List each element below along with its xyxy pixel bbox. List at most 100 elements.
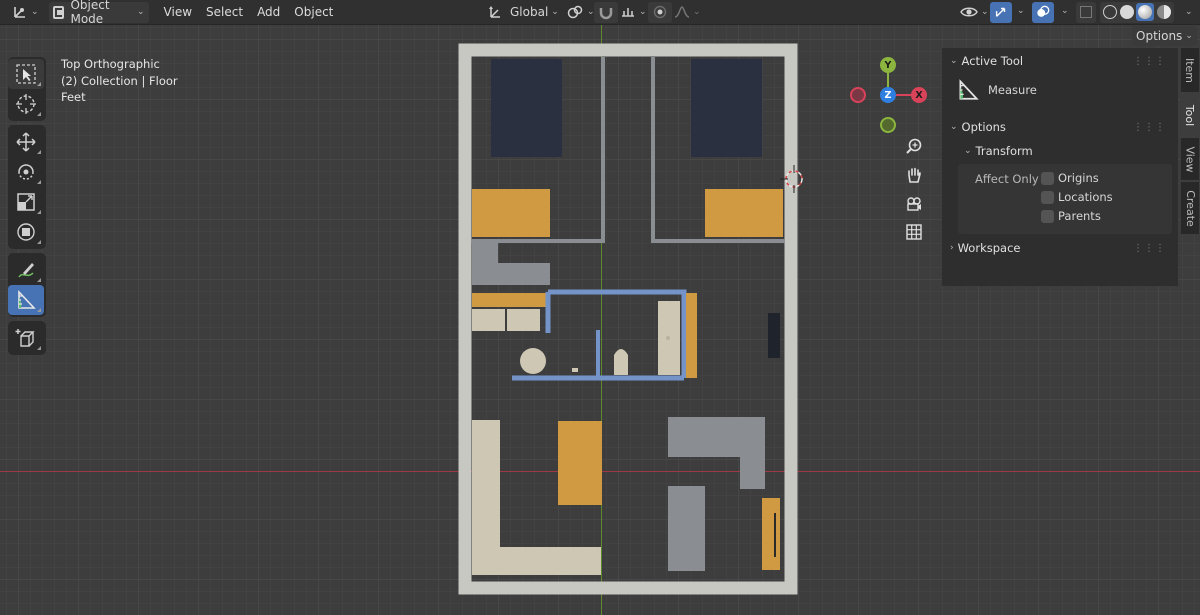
transform-tool[interactable] xyxy=(8,217,44,247)
gizmo-x-axis[interactable]: X xyxy=(911,87,927,103)
rotate-tool[interactable] xyxy=(8,157,44,187)
xray-icon xyxy=(1080,6,1092,18)
bed-left xyxy=(491,59,562,157)
desk-right xyxy=(705,189,783,237)
scale-icon xyxy=(17,193,35,211)
viewport-info: Top Orthographic (2) Collection | Floor … xyxy=(61,56,178,106)
active-tool-title: Active Tool xyxy=(961,54,1024,68)
tab-create[interactable]: Create xyxy=(1180,182,1199,234)
camera-icon xyxy=(907,197,921,211)
chevron-down-icon: ⌄ xyxy=(31,7,39,17)
mode-dropdown[interactable]: Object Mode ⌄ xyxy=(48,0,149,26)
active-tool-panel-header[interactable]: ⌄ Active Tool ⋮⋮⋮ xyxy=(950,54,1176,68)
origins-checkbox[interactable]: Origins xyxy=(1041,171,1099,185)
transform-orientation-icon xyxy=(489,6,500,18)
menu-object[interactable]: Object xyxy=(287,5,340,19)
tab-item[interactable]: Item xyxy=(1180,48,1199,92)
magnet-icon xyxy=(599,8,613,20)
chevron-down-icon: ⌄ xyxy=(639,7,647,17)
parents-checkbox[interactable]: Parents xyxy=(1041,209,1101,223)
coffee-table xyxy=(558,421,602,505)
snap-target-dropdown[interactable]: ⌄ xyxy=(616,2,651,23)
add-cube-tool[interactable] xyxy=(8,323,44,353)
snap-increment-icon xyxy=(622,8,634,17)
chevron-down-icon: ⌄ xyxy=(137,7,145,17)
gizmo-neg-x-axis[interactable] xyxy=(850,87,866,103)
gizmo-z-axis[interactable]: Z xyxy=(880,87,896,103)
drag-handle-icon[interactable]: ⋮⋮⋮ xyxy=(1133,122,1166,133)
workspace-panel-header[interactable]: › Workspace ⋮⋮⋮ xyxy=(950,241,1176,255)
gizmo-arrows-icon xyxy=(995,7,1006,17)
pan-button[interactable] xyxy=(902,163,926,187)
transform-icon xyxy=(17,223,35,241)
menu-add[interactable]: Add xyxy=(250,5,287,19)
chevron-down-icon: ⌄ xyxy=(551,7,559,17)
solid-shading-icon[interactable] xyxy=(1119,5,1134,19)
wireframe-shading-icon[interactable] xyxy=(1103,5,1118,19)
editor-type-button[interactable]: ⌄ xyxy=(8,2,43,23)
chevron-down-icon: ⌄ xyxy=(950,56,958,66)
orientation-label: Global xyxy=(510,5,549,19)
zoom-button[interactable] xyxy=(902,134,926,158)
drag-handle-icon[interactable]: ⋮⋮⋮ xyxy=(1133,56,1166,67)
gizmo-neg-y-axis[interactable] xyxy=(880,117,896,133)
orientation-dropdown[interactable]: Global ⌄ xyxy=(484,2,563,23)
pivot-icon xyxy=(567,5,583,19)
bedroom-wall-right-inner xyxy=(651,57,655,243)
gizmo-toggle[interactable] xyxy=(990,1,1012,23)
toggle-ortho-button[interactable] xyxy=(902,220,926,244)
gizmo-y-axis[interactable]: Y xyxy=(880,57,896,73)
camera-view-button[interactable] xyxy=(902,192,926,216)
workspace-title: Workspace xyxy=(957,241,1021,255)
transform-subpanel-body: Affect Only Origins Locations Parents xyxy=(958,164,1172,234)
annotate-pen-icon xyxy=(18,263,34,278)
locations-checkbox[interactable]: Locations xyxy=(1041,190,1113,204)
proportional-edit-toggle[interactable] xyxy=(648,1,672,23)
snap-toggle[interactable] xyxy=(594,1,618,23)
shading-modes xyxy=(1100,1,1174,23)
transform-subpanel-header[interactable]: ⌄ Transform xyxy=(964,144,1033,158)
object-mode-icon xyxy=(52,5,65,19)
cursor-icon xyxy=(16,94,36,114)
kitchen-cabinet-1 xyxy=(472,309,505,331)
gizmo-dropdown-chevron[interactable]: ⌄ xyxy=(1017,6,1025,16)
tv xyxy=(768,313,780,358)
xray-toggle[interactable] xyxy=(1076,1,1096,23)
origins-label: Origins xyxy=(1058,171,1099,185)
active-tool-row[interactable]: Measure xyxy=(956,78,1037,102)
shading-dropdown[interactable]: ⌄ xyxy=(1178,2,1197,23)
axis-editor-icon xyxy=(14,7,25,18)
n-panel-sidebar: ⌄ Active Tool ⋮⋮⋮ Measure ⌄ Options ⋮⋮⋮ … xyxy=(942,48,1178,286)
measure-tool[interactable] xyxy=(8,285,44,315)
measure-ruler-icon xyxy=(18,289,36,309)
options-dropdown[interactable]: Options ⌄ xyxy=(1132,26,1197,46)
header-bar: ⌄ Object Mode ⌄ View Select Add Object G… xyxy=(0,0,1200,26)
options-panel-header[interactable]: ⌄ Options ⋮⋮⋮ xyxy=(950,120,1176,134)
checkbox-box xyxy=(1041,171,1054,185)
tab-view[interactable]: View xyxy=(1180,138,1199,180)
tool-group-annotate xyxy=(8,253,46,317)
annotate-tool[interactable] xyxy=(8,255,44,285)
drag-handle-icon[interactable]: ⋮⋮⋮ xyxy=(1133,243,1166,254)
bedroom-wall-bottom-right xyxy=(651,239,785,243)
locations-label: Locations xyxy=(1058,190,1113,204)
scale-tool[interactable] xyxy=(8,187,44,217)
sidebar-tabs: Item Tool View Create xyxy=(1180,48,1200,236)
cursor-tool[interactable] xyxy=(8,89,44,119)
tab-tool[interactable]: Tool xyxy=(1180,94,1199,136)
transform-title: Transform xyxy=(975,144,1033,158)
rendered-shading-icon[interactable] xyxy=(1156,5,1171,19)
move-tool[interactable] xyxy=(8,127,44,157)
menu-view[interactable]: View xyxy=(157,5,199,19)
visibility-dropdown[interactable]: ⌄ xyxy=(956,2,993,23)
menu-select[interactable]: Select xyxy=(199,5,250,19)
bathtub-drain xyxy=(666,336,670,340)
overlays-dropdown-chevron[interactable]: ⌄ xyxy=(1061,6,1069,16)
select-box-tool[interactable] xyxy=(8,59,44,89)
add-cube-icon xyxy=(15,329,35,347)
navigation-gizmo[interactable]: Y X Z xyxy=(848,53,928,133)
falloff-dropdown[interactable]: ⌄ xyxy=(670,2,705,23)
island-grey xyxy=(668,486,705,571)
overlays-toggle[interactable] xyxy=(1032,1,1054,23)
material-preview-icon[interactable] xyxy=(1136,3,1155,21)
